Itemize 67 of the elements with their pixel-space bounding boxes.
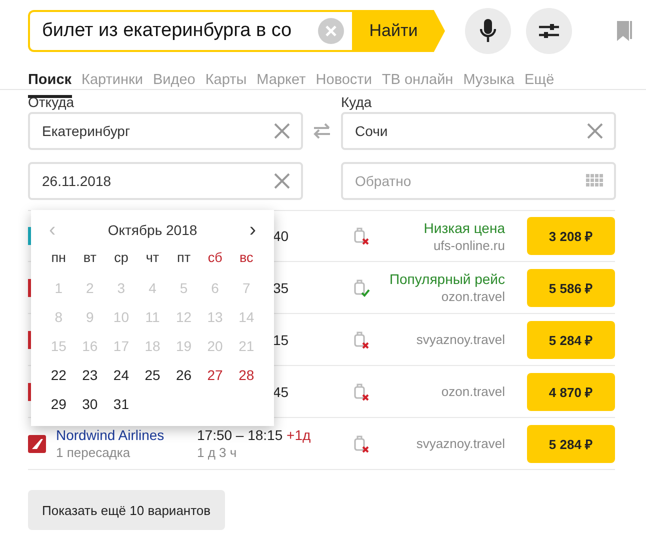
bookmark-icon[interactable] (614, 19, 634, 43)
clear-icon[interactable] (273, 122, 291, 140)
price-button[interactable]: 5 586 ₽ (527, 268, 615, 306)
show-more-button[interactable]: Показать ещё 10 вариантов (28, 490, 225, 530)
seller-site: ozon.travel (441, 289, 505, 304)
calendar-day[interactable]: 30 (74, 390, 106, 419)
calendar-day[interactable]: 27 (199, 361, 231, 390)
seller-site: svyaznoy.travel (416, 332, 505, 347)
calendar-day[interactable]: 28 (230, 361, 262, 390)
weekday-label: ср (113, 250, 130, 267)
search-tab[interactable]: Ещё (524, 70, 554, 98)
duration-text: 1 д 3 ч (197, 445, 238, 460)
clear-icon[interactable] (273, 172, 291, 190)
weekday-label: пт (176, 250, 192, 267)
seller-site: ufs-online.ru (433, 238, 505, 252)
search-tab[interactable]: Музыка (463, 70, 514, 98)
flight-time: 35 (273, 280, 290, 296)
search-tab[interactable]: Маркет (256, 70, 306, 98)
price-button[interactable]: 3 208 ₽ (527, 217, 615, 255)
flight-time: 17:50 – 18:15 +1д (197, 427, 312, 443)
previous-month-button[interactable]: ‹ (49, 220, 56, 240)
search-tab[interactable]: ТВ онлайн (382, 70, 454, 98)
clear-icon[interactable] (586, 122, 604, 140)
price-button[interactable]: 5 284 ₽ (527, 320, 615, 358)
clear-icon[interactable] (318, 18, 344, 44)
microphone-button[interactable] (465, 8, 511, 54)
sliders-icon (538, 22, 560, 40)
calendar-icon[interactable] (586, 174, 604, 188)
weekday-label: чт (144, 250, 160, 267)
month-title: Октябрь 2018 (108, 222, 198, 238)
calendar-day[interactable]: 22 (43, 361, 74, 390)
weekday-label: сб (206, 250, 224, 267)
date-field[interactable]: 26.11.2018 (28, 162, 303, 200)
price-button[interactable]: 4 870 ₽ (527, 372, 615, 410)
search-tab[interactable]: Картинки (82, 70, 143, 98)
search-box[interactable]: билет из екатеринбурга в со (28, 10, 352, 52)
calendar-day[interactable]: 29 (43, 390, 74, 419)
search-tab[interactable]: Поиск (28, 70, 72, 98)
return-date-field[interactable]: Обратно (341, 162, 616, 200)
stops-text: 1 пересадка (56, 445, 132, 460)
swap-icon[interactable] (312, 123, 332, 139)
search-field[interactable]: билет из екатеринбурга в со (42, 20, 318, 42)
calendar-day[interactable]: 26 (168, 361, 200, 390)
calendar-day[interactable]: 31 (106, 390, 137, 419)
next-month-button[interactable]: › (249, 220, 256, 240)
weekday-label: пн (50, 250, 68, 267)
flight-time: 40 (273, 228, 290, 244)
weekday-label: вт (82, 250, 98, 267)
origin-field[interactable]: Екатеринбург (28, 112, 303, 150)
search-tab[interactable]: Видео (152, 70, 196, 98)
offer-tag: Низкая цена (424, 220, 505, 236)
flight-time: 45 (273, 384, 290, 400)
price-button[interactable]: 5 284 ₽ (527, 424, 615, 462)
airline-link[interactable]: Nordwind Airlines (56, 427, 197, 443)
offer-tag: Популярный рейс (389, 271, 505, 287)
destination-field[interactable]: Сочи (341, 112, 616, 150)
seller-site: svyaznoy.travel (416, 436, 505, 451)
calendar-day[interactable]: 24 (106, 361, 137, 390)
settings-button[interactable] (526, 8, 572, 54)
search-tab[interactable]: Карты (205, 70, 247, 98)
calendar-day[interactable]: 23 (74, 361, 106, 390)
seller-site: ozon.travel (441, 384, 505, 399)
microphone-icon (480, 18, 496, 44)
weekday-label: вс (238, 250, 254, 267)
calendar-day[interactable]: 25 (136, 361, 168, 390)
search-button[interactable]: Найти (352, 10, 445, 52)
flight-time: 15 (273, 332, 290, 348)
